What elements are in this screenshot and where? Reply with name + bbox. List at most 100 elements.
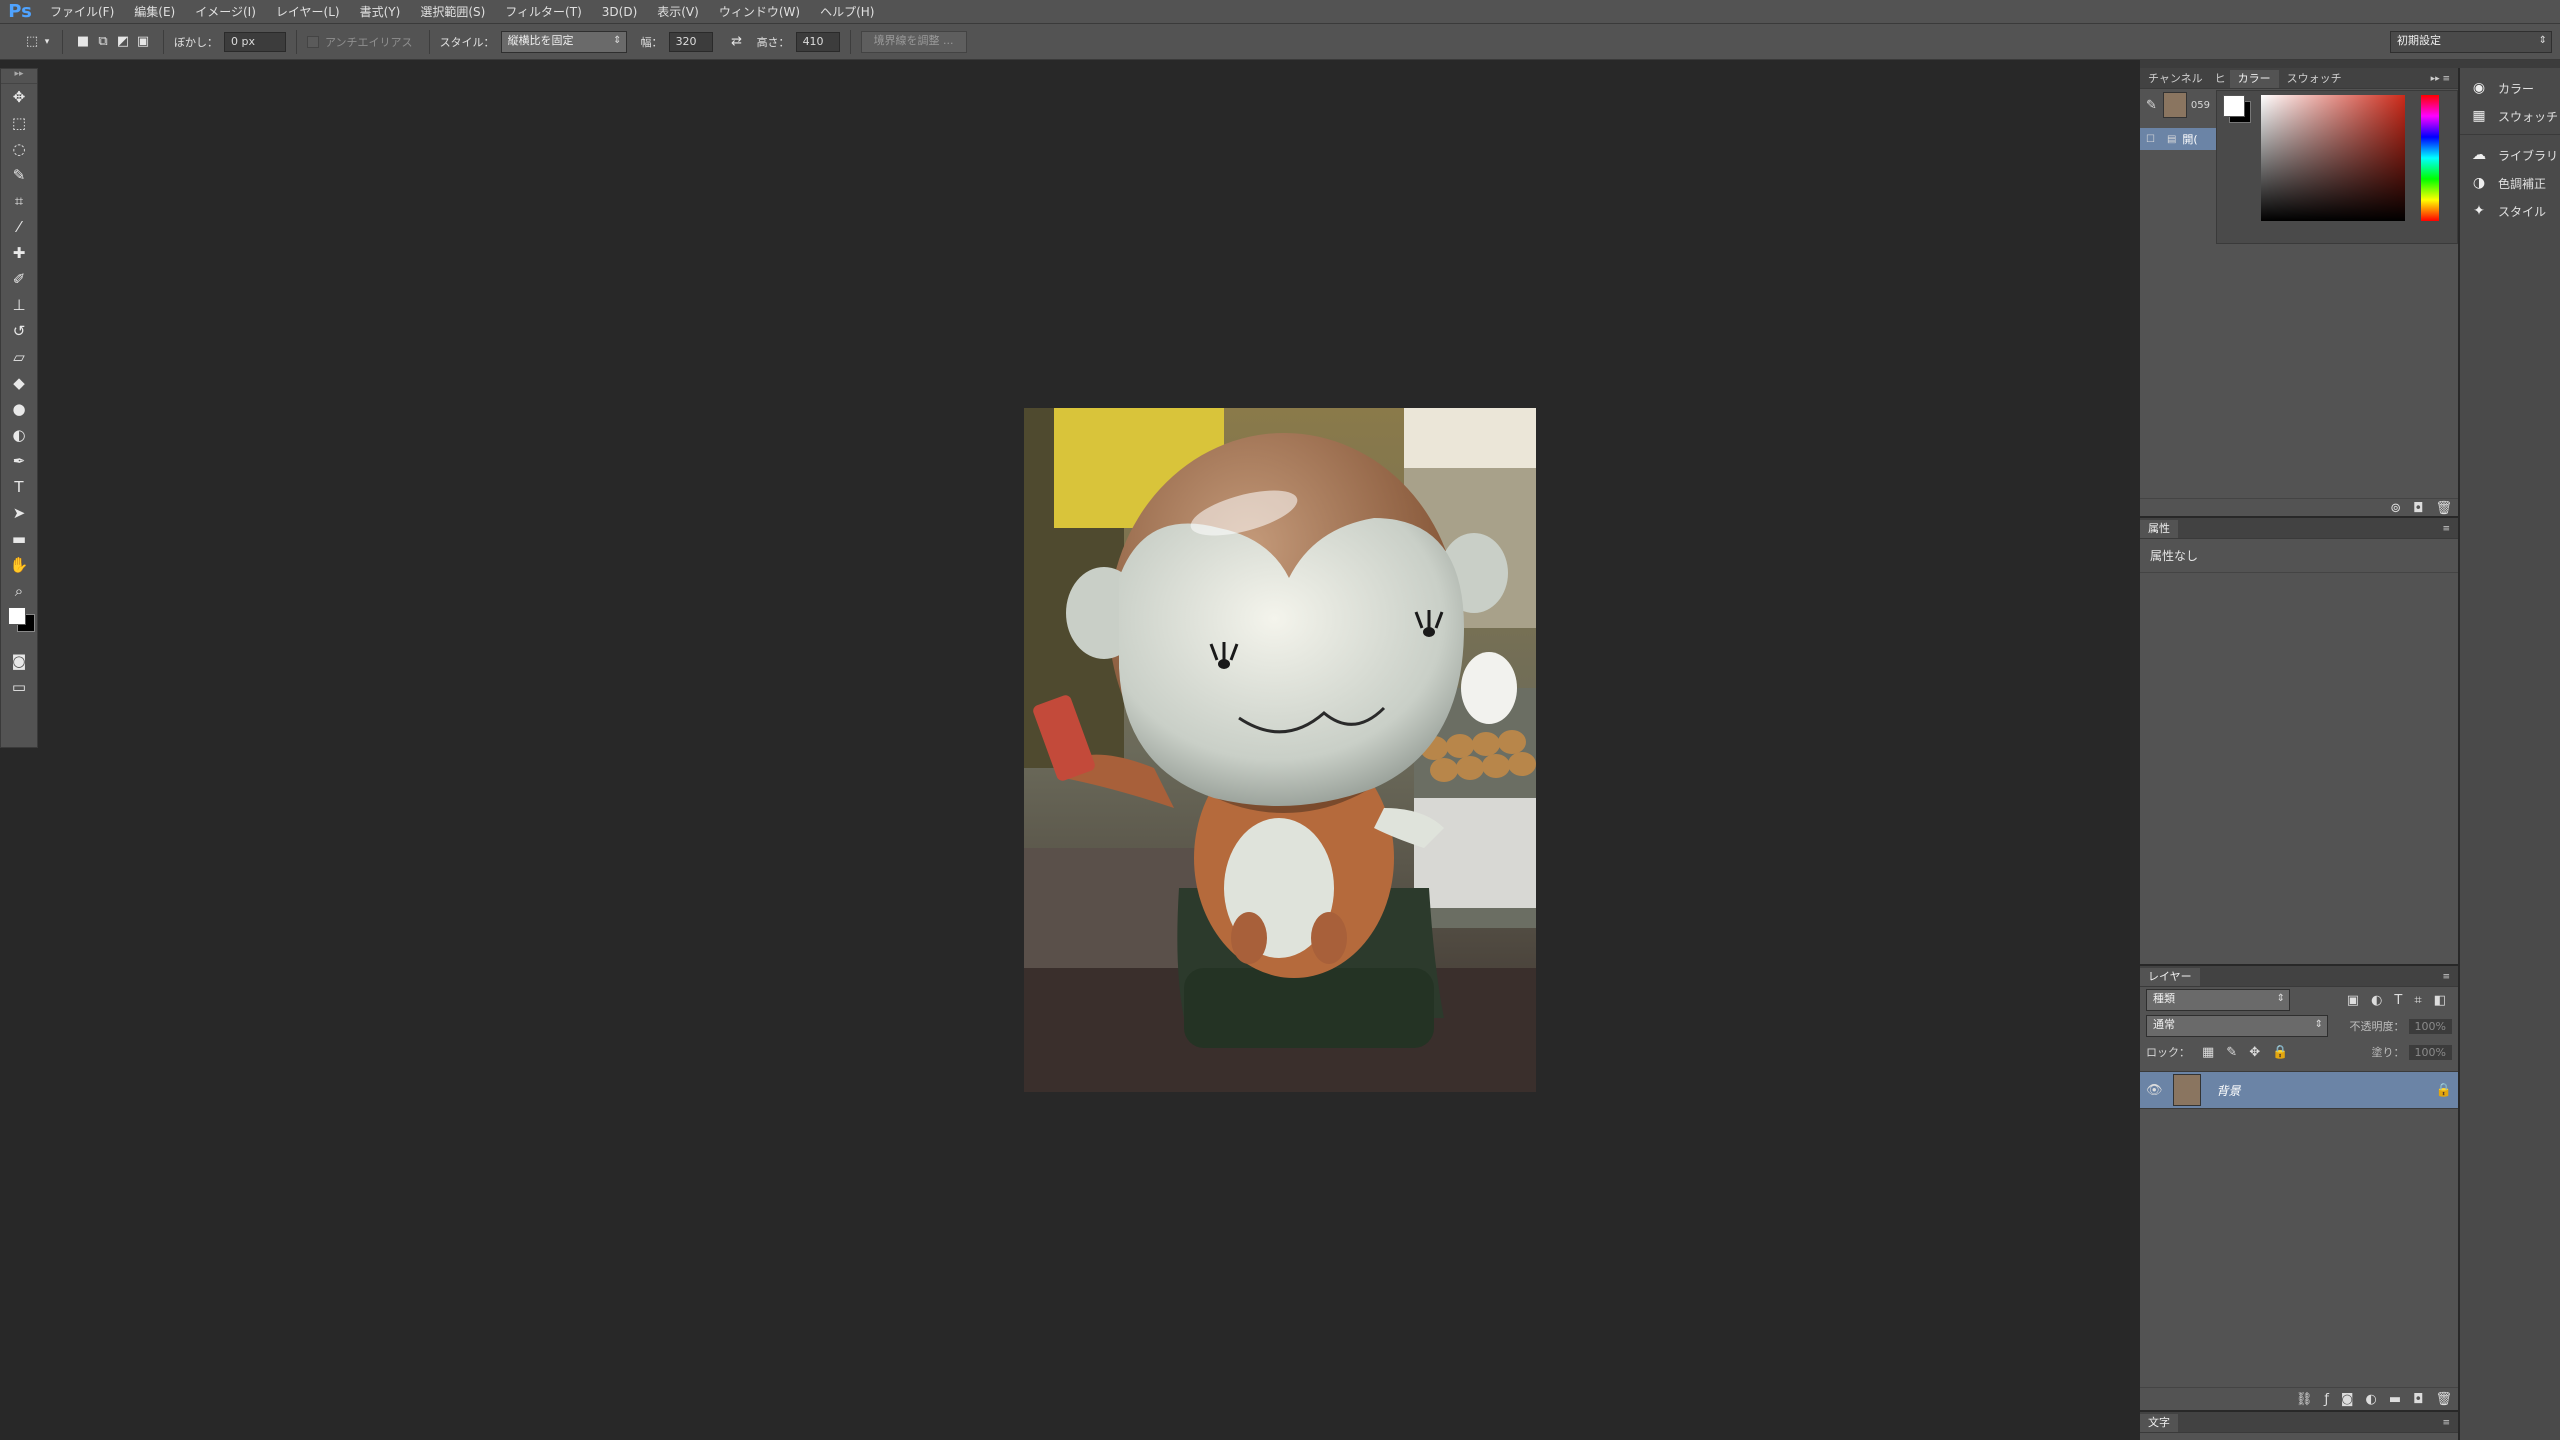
menu-3d[interactable]: 3D(D) [592,0,647,24]
mask-icon[interactable]: ◙ [2341,1392,2354,1407]
folder-icon[interactable]: ▬ [2389,1392,2401,1407]
fx-icon[interactable]: ƒ [2324,1392,2329,1407]
new-layer-icon[interactable]: ◘ [2413,1392,2423,1407]
antialias-checkbox[interactable] [307,35,319,48]
marquee-tool-icon[interactable]: ⬚ [1,110,37,136]
intersect-selection-icon[interactable]: ▣ [133,32,153,52]
layers-title[interactable]: レイヤー [2140,968,2200,986]
menu-filter[interactable]: フィルター(T) [495,0,591,24]
workspace-select[interactable]: 初期設定 [2390,30,2552,53]
menu-type[interactable]: 書式(Y) [350,0,411,24]
quick-select-tool-icon[interactable]: ✎ [1,162,37,188]
blur-tool-icon[interactable]: ● [1,396,37,422]
history-brush-tool-icon[interactable]: ↺ [1,318,37,344]
height-input[interactable] [795,31,840,52]
chevron-down-icon[interactable]: ▾ [42,32,52,52]
tab-channels[interactable]: チャンネル [2140,70,2211,88]
side-item-styles[interactable]: ✦ スタイル [2460,197,2560,225]
hand-tool-icon[interactable]: ✋ [1,552,37,578]
paint-bucket-tool-icon[interactable]: ◆ [1,370,37,396]
properties-title[interactable]: 属性 [2140,520,2178,538]
lock-transparent-icon[interactable]: ▦ [2202,1045,2214,1060]
rectangle-tool-icon[interactable]: ▬ [1,526,37,552]
side-dock-grip[interactable] [2458,60,2560,68]
filter-type-icon[interactable]: T [2394,993,2402,1008]
lock-all-icon[interactable]: 🔒 [2272,1045,2288,1060]
trash-icon[interactable]: 🗑 [2435,1392,2452,1407]
document-canvas[interactable] [1024,408,1536,1092]
opacity-input[interactable]: 100% [2408,1018,2452,1034]
menu-help[interactable]: ヘルプ(H) [810,0,884,24]
layer-name[interactable]: 背景 [2217,1082,2241,1099]
lock-position-icon[interactable]: ✥ [2249,1045,2260,1060]
add-selection-icon[interactable]: ⧉ [93,32,113,52]
menu-edit[interactable]: 編集(E) [124,0,185,24]
width-input[interactable] [668,31,713,52]
channel-row-selected[interactable]: ☐ ▤ 開( [2140,128,2216,150]
eye-icon[interactable]: 👁 [2146,1083,2163,1098]
menu-image[interactable]: イメージ(I) [185,0,266,24]
healing-brush-tool-icon[interactable]: ✚ [1,240,37,266]
filter-adjustment-icon[interactable]: ◐ [2371,993,2382,1008]
filter-pixel-icon[interactable]: ▣ [2347,993,2359,1008]
dodge-tool-icon[interactable]: ◐ [1,422,37,448]
brush-tool-icon[interactable]: ✐ [1,266,37,292]
zoom-tool-icon[interactable]: ⌕ [1,578,37,604]
new-selection-icon[interactable]: ■ [73,32,93,52]
menu-file[interactable]: ファイル(F) [40,0,124,24]
tab-swatches[interactable]: スウォッチ [2279,70,2350,88]
path-select-tool-icon[interactable]: ➤ [1,500,37,526]
pen-tool-icon[interactable]: ✒ [1,448,37,474]
trash-icon[interactable]: 🗑 [2435,501,2452,516]
type-tool-icon[interactable]: T [1,474,37,500]
feather-input[interactable] [224,31,286,52]
layer-filter-select[interactable]: 種類 [2146,989,2290,1011]
style-select[interactable]: 縦横比を固定 [500,30,627,53]
brush-visibility-icon[interactable]: ✎ [2146,98,2157,113]
filter-shape-icon[interactable]: ⌗ [2414,993,2421,1008]
toolbar-grip[interactable]: ▸▸ [1,69,37,84]
menu-window[interactable]: ウィンドウ(W) [709,0,810,24]
swap-dimensions-icon[interactable]: ⇄ [727,32,747,52]
eyedropper-tool-icon[interactable]: ⁄ [1,214,37,240]
eraser-tool-icon[interactable]: ▱ [1,344,37,370]
side-item-swatches[interactable]: ▦ スウォッチ [2460,102,2560,130]
panel-menu-icon[interactable]: ▸▸ ≡ [2423,70,2458,88]
menu-view[interactable]: 表示(V) [647,0,709,24]
link-icon[interactable]: ⛓ [2296,1392,2313,1407]
panel-menu-icon[interactable]: ≡ [2434,520,2458,538]
quick-mask-icon[interactable]: ◙ [1,648,37,674]
dock-grip[interactable] [2140,60,2460,68]
adjustment-icon[interactable]: ◐ [2366,1392,2377,1407]
type-title[interactable]: 文字 [2140,1414,2178,1432]
foreground-color-swatch[interactable] [8,607,26,625]
load-selection-icon[interactable]: ⊚ [2390,501,2401,516]
subtract-selection-icon[interactable]: ◩ [113,32,133,52]
lock-image-icon[interactable]: ✎ [2226,1045,2237,1060]
side-item-libraries[interactable]: ☁ ライブラリ [2460,141,2560,169]
hue-slider[interactable] [2421,95,2439,221]
screen-mode-icon[interactable]: ▭ [1,674,37,700]
tab-color[interactable]: カラー [2229,70,2279,88]
lasso-tool-icon[interactable]: ◌ [1,136,37,162]
crop-tool-icon[interactable]: ⌗ [1,188,37,214]
tab-histogram[interactable]: ヒ [2211,70,2230,88]
saturation-field[interactable] [2261,95,2405,221]
fill-input[interactable]: 100% [2408,1044,2452,1060]
menu-select[interactable]: 選択範囲(S) [410,0,495,24]
channel-row-rgb[interactable]: ✎ 059 [2140,90,2216,120]
move-tool-icon[interactable]: ✥ [1,84,37,110]
panel-menu-icon[interactable]: ≡ [2434,1414,2458,1432]
menu-layer[interactable]: レイヤー(L) [266,0,350,24]
refine-edge-button[interactable]: 境界線を調整 ... [860,30,967,53]
panel-menu-icon[interactable]: ≡ [2434,968,2458,986]
checkbox-icon[interactable]: ☐ [2146,134,2155,145]
layer-row[interactable]: 👁 背景 🔒 [2140,1071,2458,1109]
stamp-tool-icon[interactable]: ⊥ [1,292,37,318]
marquee-preset-icon[interactable]: ⬚ [22,32,42,52]
blend-mode-select[interactable]: 通常 [2146,1015,2328,1037]
side-item-color[interactable]: ◉ カラー [2460,74,2560,102]
foreground-color-chip[interactable] [2223,95,2245,117]
side-item-adjustments[interactable]: ◑ 色調補正 [2460,169,2560,197]
filter-smart-icon[interactable]: ◧ [2434,993,2446,1008]
